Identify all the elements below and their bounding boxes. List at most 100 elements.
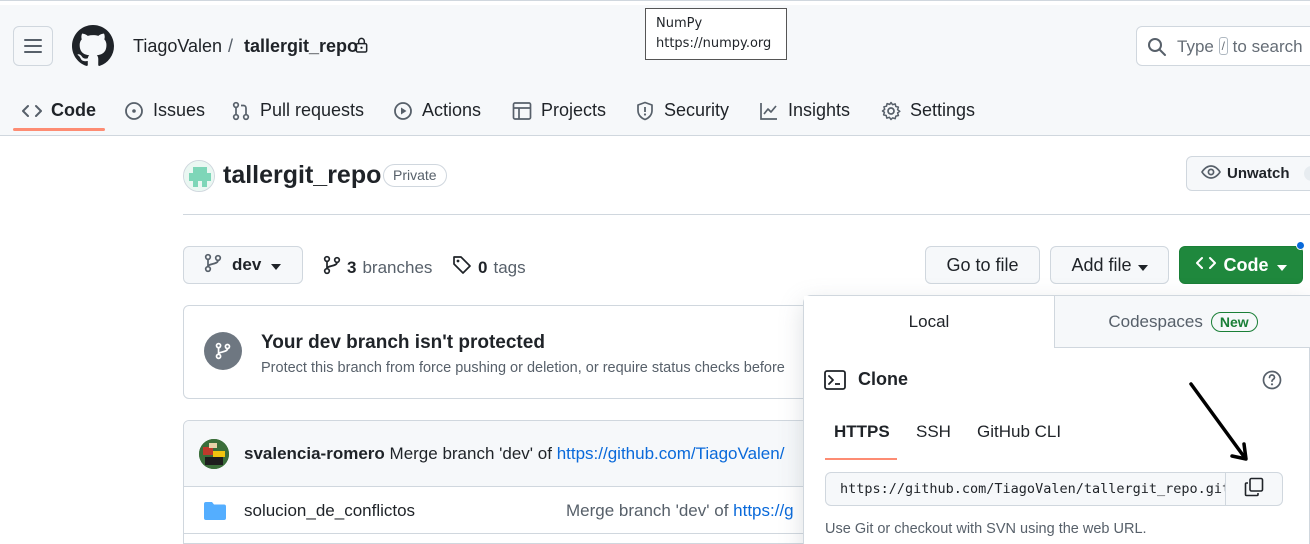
unwatch-label: Unwatch bbox=[1227, 165, 1290, 182]
branches-link[interactable]: 3 branches bbox=[323, 255, 432, 280]
graph-icon bbox=[759, 101, 779, 121]
hamburger-icon bbox=[24, 39, 42, 53]
tab-codespaces-label: Codespaces bbox=[1108, 311, 1203, 331]
terminal-icon bbox=[824, 370, 846, 395]
menu-button[interactable] bbox=[13, 26, 53, 66]
go-to-file-label: Go to file bbox=[946, 254, 1019, 275]
banner-title: Your dev branch isn't protected bbox=[261, 332, 545, 353]
breadcrumb-separator: / bbox=[228, 36, 234, 56]
commit-link[interactable]: https://github.com/TiagoValen/ bbox=[557, 444, 785, 463]
tab-code-label: Code bbox=[51, 100, 96, 120]
tab-insights[interactable]: Insights bbox=[759, 85, 850, 136]
caret-down-icon bbox=[1276, 255, 1287, 276]
tag-icon bbox=[452, 255, 472, 280]
breadcrumb-repo[interactable]: tallergit_repo bbox=[244, 36, 358, 57]
branches-count: 3 bbox=[347, 257, 357, 277]
search-shortcut-key: / bbox=[1218, 37, 1228, 55]
repo-owner-avatar[interactable] bbox=[183, 160, 215, 192]
add-file-label: Add file bbox=[1071, 254, 1132, 275]
latest-commit-row: svalencia-romero Merge branch 'dev' of h… bbox=[184, 421, 822, 487]
folder-icon bbox=[204, 502, 226, 525]
code-dropdown-tabs: Local Codespaces New bbox=[804, 296, 1310, 348]
search-input[interactable]: Type / to search bbox=[1136, 26, 1310, 66]
tooltip-url: https://numpy.org bbox=[656, 36, 772, 51]
file-commit-link[interactable]: https://g bbox=[733, 501, 793, 520]
repo-title[interactable]: tallergit_repo bbox=[223, 161, 381, 190]
play-icon bbox=[393, 101, 413, 121]
file-commit-message: Merge branch 'dev' of https://g bbox=[566, 501, 794, 520]
protocol-tab-ssh[interactable]: SSH bbox=[916, 422, 951, 442]
protocol-tab-indicator bbox=[825, 458, 897, 460]
file-row[interactable]: solucion_de_conflictos Merge branch 'dev… bbox=[184, 488, 822, 534]
tab-settings[interactable]: Settings bbox=[881, 85, 975, 136]
protocol-tab-https[interactable]: HTTPS bbox=[834, 422, 890, 442]
copy-url-button[interactable] bbox=[1225, 472, 1283, 506]
commit-message[interactable]: Merge branch 'dev' of bbox=[390, 444, 552, 463]
pull-request-icon bbox=[231, 101, 251, 121]
tab-settings-label: Settings bbox=[910, 100, 976, 120]
branches-label: branches bbox=[362, 257, 433, 277]
banner-description: Protect this branch from force pushing o… bbox=[261, 360, 785, 376]
clone-title: Clone bbox=[858, 369, 909, 389]
tooltip-title: NumPy bbox=[656, 16, 703, 31]
caret-down-icon bbox=[1137, 255, 1148, 276]
tab-security-label: Security bbox=[664, 100, 730, 120]
search-placeholder: Type / to search bbox=[1177, 37, 1303, 56]
branch-selector[interactable]: dev bbox=[183, 246, 303, 284]
tags-link[interactable]: 0 tags bbox=[452, 255, 526, 280]
code-button[interactable]: Code bbox=[1179, 246, 1303, 284]
commit-author-avatar[interactable] bbox=[199, 439, 229, 469]
new-badge: New bbox=[1210, 311, 1258, 332]
tags-count: 0 bbox=[478, 257, 488, 277]
go-to-file-button[interactable]: Go to file bbox=[925, 246, 1040, 284]
tab-actions[interactable]: Actions bbox=[393, 85, 481, 136]
latest-commit-text: svalencia-romero Merge branch 'dev' of h… bbox=[244, 444, 784, 464]
tab-local[interactable]: Local bbox=[804, 296, 1054, 348]
annotation-arrow-icon bbox=[1189, 382, 1248, 461]
tab-pull-requests[interactable]: Pull requests bbox=[231, 85, 364, 136]
file-name[interactable]: solucion_de_conflictos bbox=[244, 501, 415, 521]
eye-icon bbox=[1201, 164, 1221, 184]
protocol-tab-github-cli[interactable]: GitHub CLI bbox=[977, 422, 1061, 442]
unwatch-button[interactable]: Unwatch 1 bbox=[1186, 156, 1310, 191]
notification-dot bbox=[1296, 241, 1305, 250]
gear-icon bbox=[881, 101, 901, 121]
watch-count: 1 bbox=[1303, 166, 1310, 181]
breadcrumb-owner[interactable]: TiagoValen bbox=[133, 36, 222, 57]
link-tooltip: NumPy https://numpy.org bbox=[645, 8, 787, 60]
code-icon bbox=[22, 101, 42, 121]
caret-down-icon bbox=[271, 255, 282, 275]
search-icon bbox=[1147, 37, 1167, 62]
tab-projects-label: Projects bbox=[541, 100, 607, 120]
code-button-label: Code bbox=[1223, 254, 1269, 275]
github-logo-icon[interactable] bbox=[72, 25, 114, 67]
tab-issues-label: Issues bbox=[153, 100, 206, 120]
tab-local-label: Local bbox=[908, 312, 950, 331]
copy-icon bbox=[1244, 477, 1264, 502]
question-icon[interactable] bbox=[1262, 370, 1282, 395]
branch-icon bbox=[204, 253, 222, 278]
file-table: svalencia-romero Merge branch 'dev' of h… bbox=[183, 420, 823, 544]
table-icon bbox=[512, 101, 532, 121]
branch-icon bbox=[204, 332, 242, 370]
tab-projects[interactable]: Projects bbox=[512, 85, 606, 136]
title-divider bbox=[183, 214, 1310, 215]
tab-insights-label: Insights bbox=[788, 100, 851, 120]
visibility-badge: Private bbox=[383, 164, 447, 187]
clone-url-input[interactable]: https://github.com/TiagoValen/tallergit_… bbox=[825, 472, 1226, 506]
active-tab-indicator bbox=[13, 128, 105, 131]
tab-codespaces[interactable]: Codespaces New bbox=[1054, 296, 1310, 348]
tab-issues[interactable]: Issues bbox=[124, 85, 205, 136]
shield-icon bbox=[635, 101, 655, 121]
lock-icon bbox=[354, 36, 369, 58]
tab-security[interactable]: Security bbox=[635, 85, 729, 136]
tags-label: tags bbox=[493, 257, 526, 277]
branch-icon bbox=[323, 255, 341, 280]
add-file-button[interactable]: Add file bbox=[1050, 246, 1169, 284]
tab-actions-label: Actions bbox=[422, 100, 482, 120]
clone-hint: Use Git or checkout with SVN using the w… bbox=[825, 521, 1147, 537]
branch-name: dev bbox=[232, 255, 262, 274]
branch-protection-banner: Your dev branch isn't protected Protect … bbox=[183, 305, 823, 399]
top-border bbox=[0, 0, 1310, 1]
commit-author[interactable]: svalencia-romero bbox=[244, 444, 385, 463]
